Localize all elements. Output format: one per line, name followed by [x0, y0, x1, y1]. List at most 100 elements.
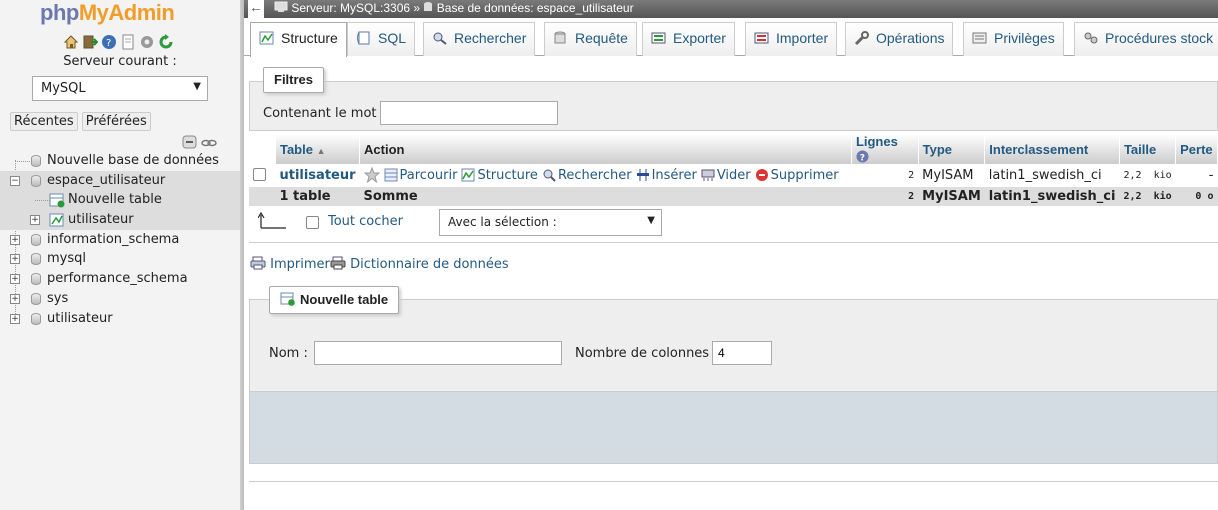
table-row: utilisateur Parcourir Structure Recherch…: [249, 164, 1218, 187]
query-icon: [553, 25, 569, 44]
logo-php: php: [40, 0, 79, 25]
action-empty[interactable]: Vider: [701, 168, 751, 183]
footer-collation: latin1_swedish_ci: [984, 187, 1120, 206]
favorite-tables-button[interactable]: Préférées: [81, 112, 151, 131]
link-icon[interactable]: [201, 134, 217, 150]
expand-icon[interactable]: +: [10, 293, 20, 304]
print-label: Imprimer: [270, 257, 330, 272]
action-search[interactable]: Rechercher: [542, 168, 632, 183]
tab-export[interactable]: Exporter: [642, 22, 735, 56]
tab-privileges[interactable]: Privilèges: [963, 22, 1064, 56]
header-size[interactable]: Taille: [1119, 134, 1177, 164]
header-collation[interactable]: Interclassement: [984, 134, 1120, 164]
collapse-icon[interactable]: −: [10, 175, 20, 186]
chevron-down-icon: ▼: [193, 81, 201, 92]
tab-structure[interactable]: Structure: [250, 22, 347, 57]
expand-icon[interactable]: +: [10, 274, 20, 285]
server-label: Serveur courant :: [63, 54, 177, 69]
action-structure[interactable]: Structure: [461, 168, 538, 183]
table-structure-icon: [49, 212, 65, 228]
filter-input[interactable]: [380, 101, 558, 125]
tree-item-new-table[interactable]: Nouvelle table: [0, 190, 240, 211]
navigation-panel: phpMyAdmin ? Serveur courant : MySQL ▼ R…: [0, 0, 240, 510]
header-type[interactable]: Type: [918, 134, 986, 164]
nav-collapse-controls: [182, 134, 217, 150]
help-icon[interactable]: ?: [101, 34, 117, 50]
header-overhead[interactable]: Perte: [1175, 134, 1218, 164]
action-label: Parcourir: [399, 168, 458, 183]
tree-item-sys[interactable]: + sys: [0, 289, 240, 309]
check-all-checkbox[interactable]: [306, 216, 319, 229]
help-icon[interactable]: ?: [856, 149, 869, 164]
columns-count-input[interactable]: [712, 341, 772, 365]
expand-icon[interactable]: +: [10, 234, 20, 245]
tab-import[interactable]: Importer: [745, 22, 838, 56]
server-select[interactable]: MySQL ▼: [32, 76, 208, 101]
empty-icon: [701, 169, 715, 181]
main-tabs: Structure SQL Rechercher Requête Exporte…: [244, 18, 1218, 57]
back-arrow-icon[interactable]: ←: [248, 0, 264, 18]
tab-operations[interactable]: Opérations: [845, 22, 954, 56]
check-all-label[interactable]: Tout cocher: [328, 214, 403, 229]
action-drop[interactable]: Supprimer: [755, 168, 839, 183]
header-rows-label: Lignes: [855, 134, 898, 149]
tree-item-new-database[interactable]: Nouvelle base de données: [0, 151, 240, 171]
recent-tables-button[interactable]: Récentes: [10, 112, 78, 131]
reload-icon[interactable]: [158, 34, 174, 50]
structure-icon: [461, 168, 475, 182]
overhead-value: 0: [1195, 191, 1202, 202]
home-icon[interactable]: [63, 34, 79, 50]
routines-icon: [1083, 25, 1099, 44]
tab-sql[interactable]: SQL: [347, 22, 416, 56]
action-browse[interactable]: Parcourir: [384, 168, 458, 183]
phpmyadmin-logo[interactable]: phpMyAdmin: [40, 0, 175, 26]
expand-icon[interactable]: +: [30, 215, 40, 226]
tab-routines[interactable]: Procédures stock: [1074, 22, 1218, 56]
tree-item-table-utilisateur[interactable]: + utilisateur: [0, 210, 240, 230]
sort-asc-icon: ▲: [316, 145, 326, 156]
svg-text:?: ?: [106, 38, 111, 49]
tab-search[interactable]: Rechercher: [423, 22, 536, 56]
nav-icon-bar: ?: [63, 34, 174, 50]
nav-links: Récentes Préférées: [10, 112, 151, 131]
breadcrumb-database[interactable]: Base de données: espace_utilisateur: [437, 1, 634, 15]
expand-icon[interactable]: +: [10, 313, 20, 324]
database-icon: [31, 273, 41, 286]
favorite-star-icon[interactable]: [363, 166, 380, 184]
print-link[interactable]: Imprimer: [250, 256, 330, 272]
new-table-icon: [49, 192, 65, 208]
settings-icon[interactable]: [139, 34, 155, 50]
tree-item-performance-schema[interactable]: + performance_schema: [0, 269, 240, 289]
tree-item-utilisateur-db[interactable]: + utilisateur: [0, 309, 240, 329]
expand-icon[interactable]: +: [10, 254, 20, 265]
table-footer-row: 1 table Somme 2 MyISAM latin1_swedish_ci…: [249, 187, 1218, 206]
collapse-all-icon[interactable]: [182, 134, 198, 150]
breadcrumb-separator: »: [413, 1, 421, 15]
with-selected-select[interactable]: Avec la sélection : ▼: [439, 209, 662, 236]
database-tree: Nouvelle base de données − espace_utilis…: [0, 151, 240, 328]
row-size[interactable]: 2,2 kio: [1119, 164, 1176, 187]
docs-icon[interactable]: [120, 34, 136, 50]
row-overhead: -: [1175, 164, 1218, 187]
breadcrumb-server[interactable]: Serveur: MySQL:3306: [291, 1, 410, 15]
exit-icon[interactable]: [82, 34, 98, 50]
tree-item-label: utilisateur: [47, 310, 113, 326]
data-dictionary-link[interactable]: Dictionnaire de données: [330, 256, 509, 272]
table-name-link[interactable]: utilisateur: [279, 168, 355, 183]
header-table[interactable]: Table ▲: [275, 134, 361, 164]
tree-item-espace-utilisateur[interactable]: − espace_utilisateur: [0, 170, 240, 191]
row-checkbox[interactable]: [253, 168, 266, 181]
action-insert[interactable]: Insérer: [636, 168, 697, 183]
tab-label: Importer: [776, 30, 829, 46]
tree-item-mysql[interactable]: + mysql: [0, 249, 240, 269]
header-rows[interactable]: Lignes ?: [851, 134, 919, 164]
tree-item-label: sys: [47, 290, 69, 306]
tree-item-information-schema[interactable]: + information_schema: [0, 230, 240, 250]
tree-item-label: mysql: [47, 251, 86, 267]
nav-resize-handle[interactable]: [240, 0, 244, 510]
table-name-input[interactable]: [314, 341, 562, 365]
new-table-legend: Nouvelle table: [269, 286, 400, 314]
size-unit: kio: [1153, 191, 1172, 202]
filter-label: Contenant le mot :: [263, 106, 386, 121]
tab-query[interactable]: Requête: [544, 22, 637, 56]
